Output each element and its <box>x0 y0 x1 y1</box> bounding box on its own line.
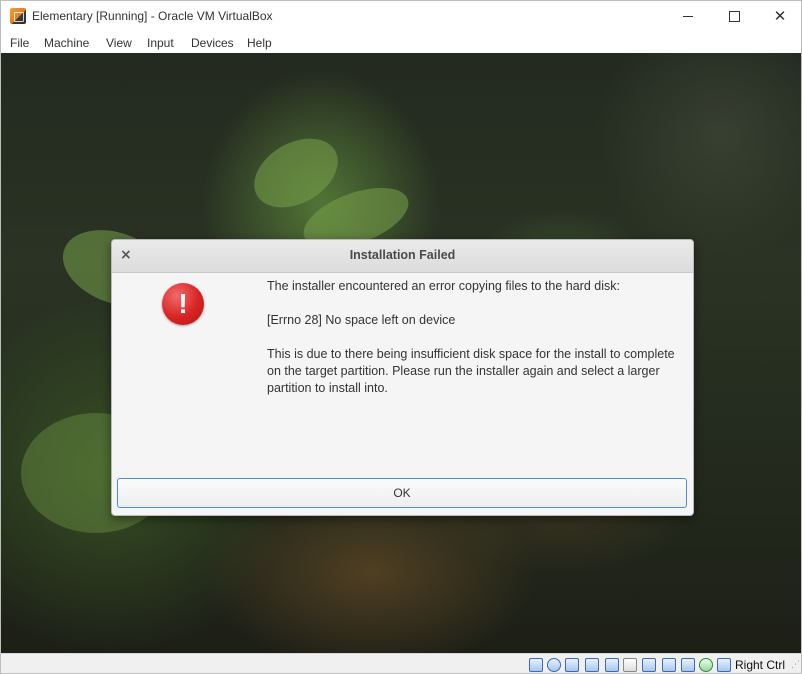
dialog-title: Installation Failed <box>349 248 456 262</box>
ok-button[interactable]: OK <box>117 478 687 508</box>
title-bar[interactable]: Elementary [Running] - Oracle VM Virtual… <box>1 1 801 32</box>
installation-failed-dialog: × Installation Failed ! The installer en… <box>111 239 694 516</box>
menu-bar: File Machine View Input Devices Help <box>1 32 801 53</box>
dialog-header[interactable]: × Installation Failed <box>112 240 693 273</box>
menu-file[interactable]: File <box>10 36 29 50</box>
maximize-button[interactable] <box>711 1 757 32</box>
error-icon: ! <box>162 283 204 325</box>
menu-view[interactable]: View <box>106 36 132 50</box>
display-icon[interactable] <box>642 658 656 672</box>
virtualbox-window: Elementary [Running] - Oracle VM Virtual… <box>0 0 802 674</box>
close-button[interactable]: ✕ <box>757 1 801 32</box>
keyboard-icon[interactable] <box>717 658 731 672</box>
menu-input[interactable]: Input <box>147 36 174 50</box>
mouse-integration-icon[interactable] <box>699 658 713 672</box>
menu-help[interactable]: Help <box>247 36 272 50</box>
shared-folders-icon[interactable] <box>623 658 637 672</box>
close-icon: ✕ <box>773 7 787 25</box>
host-key-indicator[interactable]: Right Ctrl <box>735 658 785 672</box>
status-bar: Right Ctrl ⋰ <box>1 653 801 673</box>
error-message-explanation: This is due to there being insufficient … <box>267 347 675 395</box>
window-title: Elementary [Running] - Oracle VM Virtual… <box>32 9 273 23</box>
maximize-icon <box>728 11 740 22</box>
error-message-errno: [Errno 28] No space left on device <box>267 313 456 327</box>
error-message-intro: The installer encountered an error copyi… <box>267 279 620 293</box>
virtualbox-app-icon <box>10 8 26 24</box>
resize-grip-icon[interactable]: ⋰ <box>791 660 801 672</box>
optical-drive-icon[interactable] <box>547 658 561 672</box>
virtualization-icon[interactable] <box>681 658 695 672</box>
network-icon[interactable] <box>585 658 599 672</box>
minimize-button[interactable] <box>665 1 711 32</box>
video-capture-icon[interactable] <box>662 658 676 672</box>
menu-devices[interactable]: Devices <box>191 36 234 50</box>
minimize-icon <box>683 16 693 17</box>
menu-machine[interactable]: Machine <box>44 36 89 50</box>
hard-disk-icon[interactable] <box>529 658 543 672</box>
audio-icon[interactable] <box>565 658 579 672</box>
usb-icon[interactable] <box>605 658 619 672</box>
